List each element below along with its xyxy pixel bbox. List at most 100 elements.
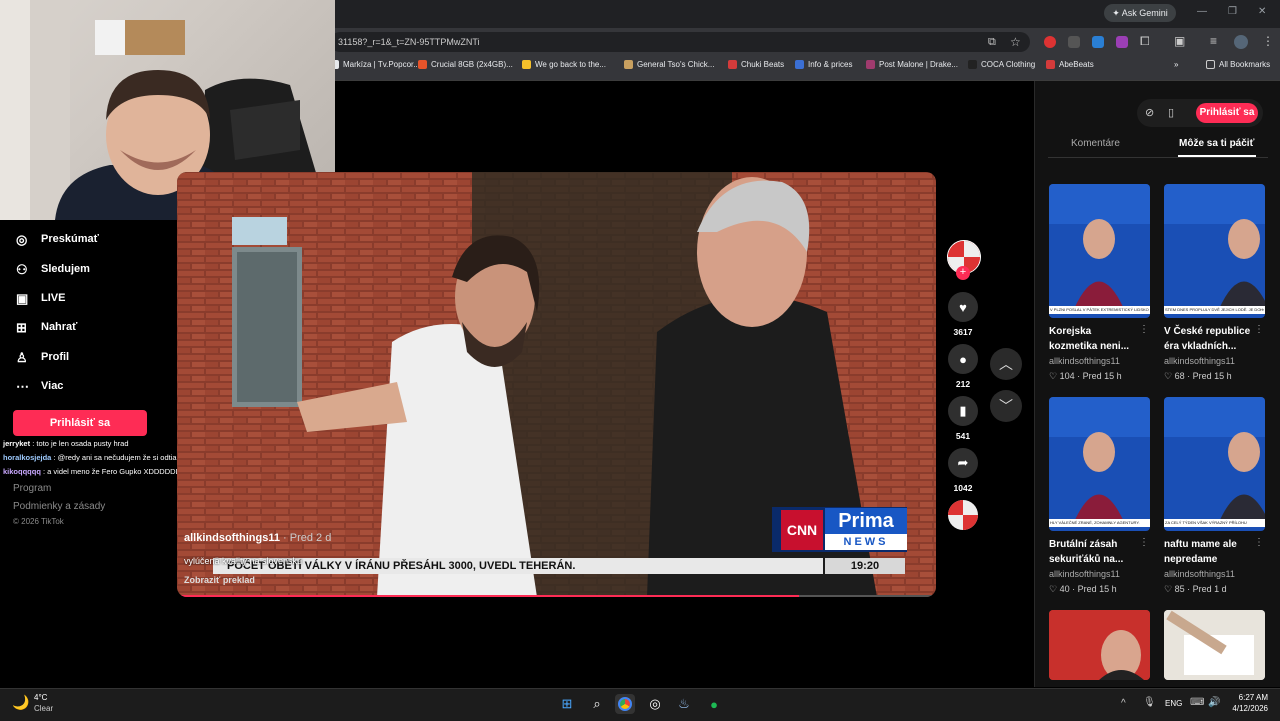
extension-red-icon[interactable]: [1044, 36, 1056, 48]
bookmark-item[interactable]: Crucial 8GB (2x4GB)...: [418, 60, 513, 69]
bookmark-star-icon[interactable]: ☆: [1010, 35, 1021, 49]
card-title[interactable]: Korejska kozmetika neni...: [1049, 324, 1139, 354]
bookmark-item[interactable]: Markíza | Tv.Popcor...: [330, 60, 420, 69]
login-button-right[interactable]: Prihlásiť sa: [1196, 103, 1258, 123]
extensions-puzzle-icon[interactable]: ⧠: [1140, 34, 1150, 49]
sidebar-item-6[interactable]: ⋯ Viac: [16, 379, 64, 394]
bookmarks-overflow-icon[interactable]: »: [1174, 60, 1178, 69]
card-ticker-text: HLY VÁLEČNÉ ZRANÉ, ZOHAMNLY AGENTURY.: [1050, 520, 1140, 525]
card-thumb-partial-1[interactable]: [1049, 610, 1150, 680]
bookmark-item[interactable]: Post Malone | Drake...: [866, 60, 958, 69]
bookmark-item[interactable]: General Tso's Chick...: [624, 60, 714, 69]
weather-temp[interactable]: 4°C: [34, 693, 47, 702]
sidebar-item-5[interactable]: ♙ Profil: [16, 350, 69, 365]
sidebar-item-2[interactable]: ⚇ Sledujem: [16, 262, 90, 277]
heart-outline-icon: ♡: [1164, 371, 1175, 381]
extension-purple-icon[interactable]: [1116, 36, 1128, 48]
sidebar-item-3[interactable]: ▣ LIVE: [16, 291, 66, 306]
video-progress-fill: [177, 595, 800, 597]
share-count: 1042: [953, 483, 973, 493]
sidebar-item-4[interactable]: ⊞ Nahrať: [16, 320, 77, 335]
all-bookmarks-button[interactable]: All Bookmarks: [1206, 60, 1270, 69]
obs-icon[interactable]: ◎: [645, 694, 665, 714]
bookmark-favicon-icon: [522, 60, 531, 69]
reading-list-icon[interactable]: ≡: [1210, 34, 1217, 48]
all-bookmarks-label: All Bookmarks: [1219, 60, 1271, 69]
card-author[interactable]: allkindsofthings11: [1049, 356, 1120, 366]
bookmark-item[interactable]: COCA Clothing: [968, 60, 1035, 69]
sidebar-item-label: Viac: [41, 380, 64, 392]
sidebar-item-1[interactable]: ◎ Preskúmať: [16, 232, 99, 247]
bookmark-item[interactable]: AbeBeats: [1046, 60, 1094, 69]
ask-gemini-button[interactable]: ✦ Ask Gemini: [1104, 4, 1176, 22]
language-indicator[interactable]: ENG: [1165, 699, 1182, 708]
heart-icon: ♥: [959, 299, 967, 315]
bookmark-item[interactable]: Chuki Beats: [728, 60, 784, 69]
bookmark-item[interactable]: We go back to the...: [522, 60, 606, 69]
card-thumb-partial-2[interactable]: [1164, 610, 1265, 680]
volume-icon[interactable]: 🔊: [1208, 697, 1220, 708]
sound-avatar[interactable]: [948, 500, 978, 530]
share-button[interactable]: ➦: [948, 448, 978, 478]
card-thumbnail[interactable]: V PLZNI POSLAL V PÁTEK EXTREMISTICKÝ LID…: [1049, 184, 1150, 318]
tab-recommended[interactable]: Môže sa ti páčiť: [1179, 138, 1254, 149]
footer-program-link[interactable]: Program: [13, 483, 51, 494]
follow-plus-icon[interactable]: +: [956, 266, 970, 280]
card-more-icon[interactable]: ⋮: [1254, 537, 1264, 548]
phone-icon[interactable]: ▯: [1168, 106, 1174, 119]
upload-icon: ⊞: [16, 320, 27, 335]
card-ticker-text: V PLZNI POSLAL V PÁTEK EXTREMISTICKÝ LID…: [1050, 307, 1149, 312]
translate-link[interactable]: Zobraziť preklad: [184, 575, 255, 585]
install-app-icon[interactable]: ⧉: [988, 36, 996, 49]
side-panel-icon[interactable]: ▣: [1174, 34, 1185, 48]
browser-menu-icon[interactable]: ⋮: [1262, 34, 1274, 48]
spotify-icon[interactable]: ●: [704, 694, 724, 714]
card-meta: ♡ 104 · Pred 15 h: [1049, 371, 1122, 382]
save-button[interactable]: ▮: [948, 396, 978, 426]
microphone-icon[interactable]: 🎙: [1143, 697, 1156, 708]
card-author[interactable]: allkindsofthings11: [1049, 569, 1120, 579]
video-author-name: allkindsofthings11: [184, 532, 280, 544]
card-author[interactable]: allkindsofthings11: [1164, 356, 1235, 366]
search-icon[interactable]: ⌕: [587, 694, 607, 714]
compass-small-icon[interactable]: ⊘: [1145, 106, 1154, 119]
card-more-icon[interactable]: ⋮: [1139, 537, 1149, 548]
minimize-button[interactable]: —: [1197, 6, 1207, 17]
card-thumbnail[interactable]: ZA CELÝ TÝDEN VŠAK VÝRAZNÝ PŘÍLOHU: [1164, 397, 1265, 531]
heart-outline-icon: ♡: [1049, 371, 1060, 381]
footer-terms-link[interactable]: Podmienky a zásady: [13, 501, 105, 512]
card-thumbnail[interactable]: STEM DNES PROPLULY DVĚ JEJICH LODĚ. JE D…: [1164, 184, 1265, 318]
clock-time[interactable]: 6:27 AM: [1230, 693, 1268, 702]
tab-comments[interactable]: Komentáre: [1071, 138, 1120, 149]
previous-video-button[interactable]: ︿: [990, 348, 1022, 380]
steam-icon[interactable]: ♨: [674, 694, 694, 714]
card-more-icon[interactable]: ⋮: [1254, 324, 1264, 335]
card-title[interactable]: naftu mame ale nepredame: [1164, 537, 1254, 567]
chevron-down-icon: ﹀: [999, 398, 1013, 414]
sidebar-item-label: LIVE: [41, 292, 66, 304]
card-title[interactable]: V České republice éra vkladních...: [1164, 324, 1254, 354]
url-field[interactable]: 31158?_r=1&_t=ZN-95TTPMwZNTi: [330, 32, 1030, 52]
maximize-button[interactable]: ❐: [1228, 6, 1237, 17]
weather-moon-icon[interactable]: 🌙: [12, 694, 29, 711]
login-button-left[interactable]: Prihlásiť sa: [13, 410, 147, 436]
comment-button[interactable]: ●: [948, 344, 978, 374]
close-window-button[interactable]: ✕: [1258, 6, 1266, 17]
clock-date: 4/12/2026: [1232, 704, 1268, 713]
windows-start-icon[interactable]: ⊞: [557, 694, 577, 714]
extension-blue-icon[interactable]: [1092, 36, 1104, 48]
chrome-icon[interactable]: [615, 694, 635, 714]
card-author[interactable]: allkindsofthings11: [1164, 569, 1235, 579]
card-more-icon[interactable]: ⋮: [1139, 324, 1149, 335]
next-video-button[interactable]: ﹀: [990, 390, 1022, 422]
video-author[interactable]: allkindsofthings11 · Pred 2 d: [184, 532, 331, 544]
profile-avatar-icon[interactable]: [1234, 35, 1248, 49]
card-title[interactable]: Brutální zásah sekuriťáků na...: [1049, 537, 1139, 567]
bookmark-item[interactable]: Info & prices: [795, 60, 852, 69]
card-thumbnail[interactable]: HLY VÁLEČNÉ ZRANÉ, ZOHAMNLY AGENTURY.: [1049, 397, 1150, 531]
extension-gray-icon[interactable]: [1068, 36, 1080, 48]
prima-news-logo: NEWS: [825, 534, 907, 550]
network-icon[interactable]: ⌨: [1190, 697, 1204, 708]
like-button[interactable]: ♥: [948, 292, 978, 322]
tray-chevron-icon[interactable]: ^: [1121, 698, 1126, 709]
